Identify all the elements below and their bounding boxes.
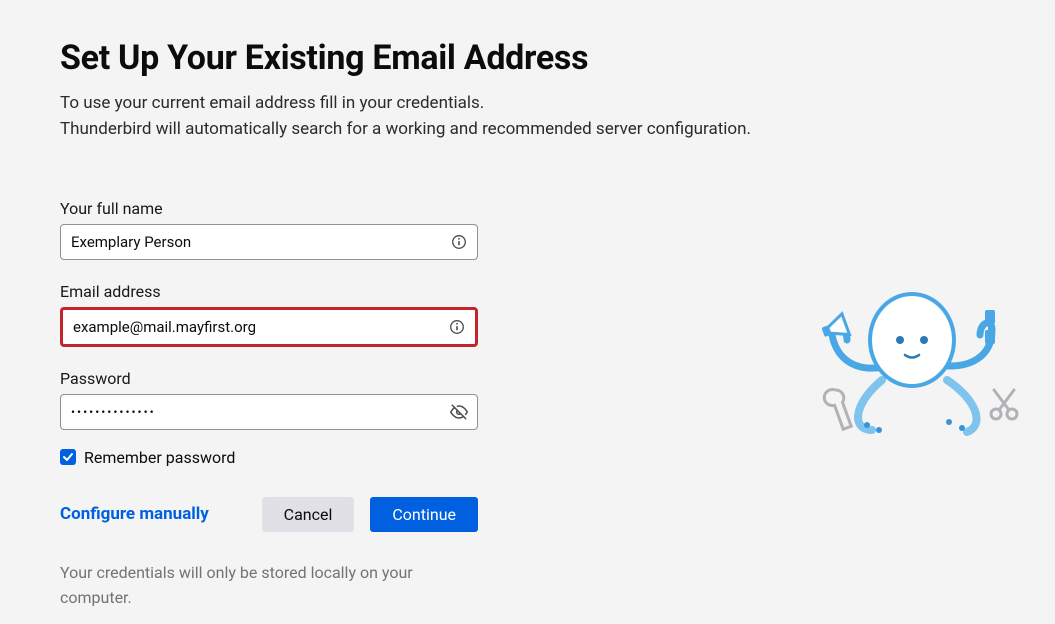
subtitle-line-2: Thunderbird will automatically search fo… xyxy=(60,119,751,139)
password-label: Password xyxy=(60,369,478,388)
password-field-wrap xyxy=(60,394,478,430)
configure-manually-button[interactable]: Configure manually xyxy=(60,504,209,524)
info-icon[interactable] xyxy=(447,317,467,337)
mascot-illustration xyxy=(797,270,1027,450)
info-icon[interactable] xyxy=(449,232,469,252)
subtitle-line-1: To use your current email address fill i… xyxy=(60,93,484,113)
email-label: Email address xyxy=(60,282,478,301)
full-name-field-wrap xyxy=(60,224,478,260)
page-title: Set Up Your Existing Email Address xyxy=(60,38,995,78)
footnote-text: Your credentials will only be stored loc… xyxy=(60,560,480,611)
page-subtitle: To use your current email address fill i… xyxy=(60,90,995,143)
password-group: Password xyxy=(60,369,478,430)
actions-row: Configure manually Cancel Continue xyxy=(60,497,478,532)
remember-password-checkbox[interactable] xyxy=(60,449,76,465)
full-name-group: Your full name xyxy=(60,199,478,260)
continue-button[interactable]: Continue xyxy=(370,497,478,532)
account-setup-form: Your full name Email address xyxy=(60,199,478,611)
email-field-wrap xyxy=(60,307,478,347)
full-name-label: Your full name xyxy=(60,199,478,218)
email-input[interactable] xyxy=(63,310,447,344)
eye-off-icon[interactable] xyxy=(449,402,469,422)
remember-password-row[interactable]: Remember password xyxy=(60,448,478,467)
password-input[interactable] xyxy=(61,395,449,429)
email-group: Email address xyxy=(60,282,478,347)
cancel-button[interactable]: Cancel xyxy=(262,497,355,532)
remember-password-label: Remember password xyxy=(84,448,235,467)
full-name-input[interactable] xyxy=(61,225,449,259)
